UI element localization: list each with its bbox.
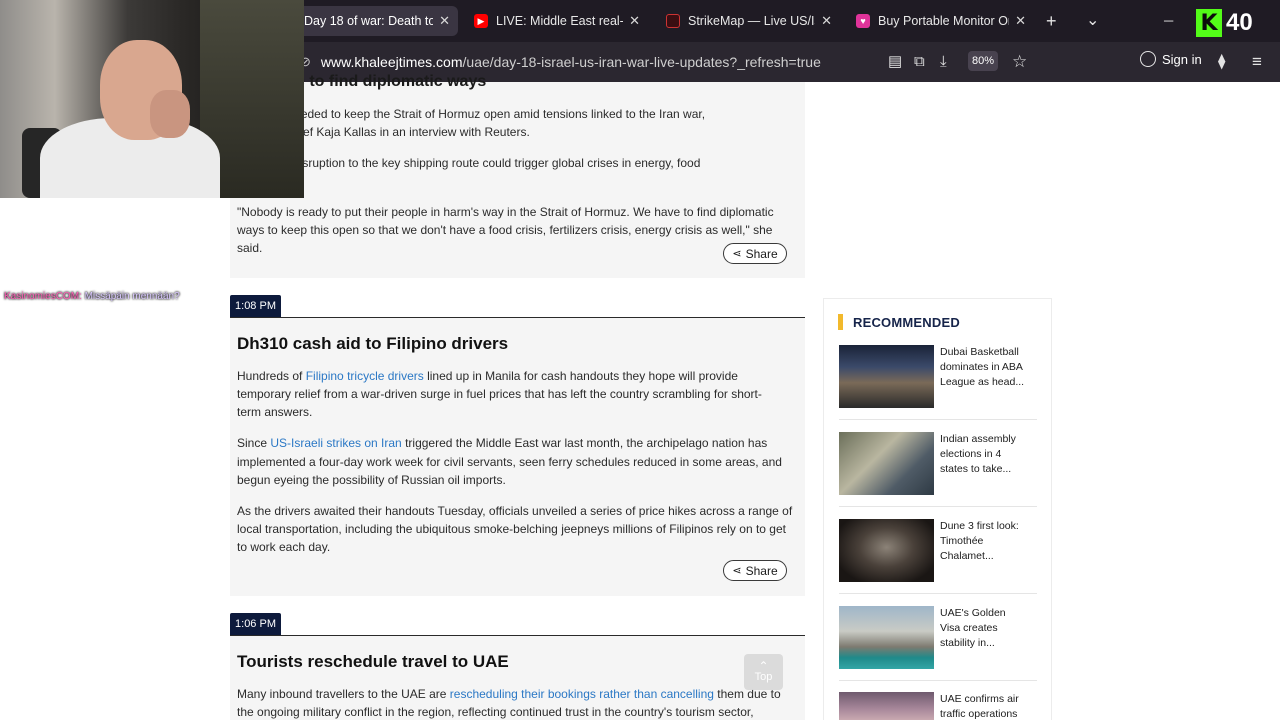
divider — [839, 593, 1037, 594]
recommended-title: RECOMMENDED — [853, 314, 960, 330]
paragraph-line: local transportation, including the ubiq… — [237, 522, 786, 536]
paragraph-line: As the drivers awaited their handouts Tu… — [237, 504, 793, 518]
viewer-count: 40 — [1226, 9, 1253, 36]
share-icon: ⋖ — [732, 565, 742, 577]
article-thumbnail[interactable] — [839, 606, 934, 669]
paragraph-line: ways to keep this open so that we don't … — [237, 223, 773, 255]
chat-username: KasinomiesCOM: — [4, 291, 82, 302]
kick-logo: K — [1196, 9, 1222, 37]
entry-title: Tourists reschedule travel to UAE — [237, 652, 509, 671]
chevron-up-icon: ⌃ — [758, 659, 769, 673]
paragraph-line: implemented a four-day work week for civ… — [237, 455, 782, 469]
download-icon[interactable]: ⤓ — [940, 53, 947, 71]
close-tab-icon[interactable]: ✕ — [821, 13, 832, 29]
chat-text: Missäpäin mennään? — [81, 291, 180, 302]
recommended-heading: RECOMMENDED — [838, 314, 960, 330]
share-button[interactable]: ⋖ Share — [723, 560, 787, 581]
close-tab-icon[interactable]: ✕ — [1015, 13, 1026, 29]
bookmark-star-icon[interactable]: ☆ — [1012, 53, 1027, 71]
paragraph-line: Since US-Israeli strikes on Iran trigger… — [237, 434, 797, 452]
time-badge: 1:06 PM — [230, 613, 281, 635]
divider — [839, 506, 1037, 507]
picture-in-picture-icon[interactable]: ⧉ — [914, 53, 925, 71]
strikemap-icon — [666, 14, 680, 28]
extensions-icon[interactable]: ⧫ — [1218, 53, 1225, 71]
heart-icon: ♥ — [856, 14, 870, 28]
paragraph-line: fforts are needed to keep the Strait of … — [237, 107, 706, 121]
text-segment: lined up in Manila for cash handouts the… — [423, 369, 738, 383]
sign-in-label: Sign in — [1162, 51, 1202, 67]
paragraph-line: Many inbound travellers to the UAE are r… — [237, 685, 797, 703]
recommended-title-text[interactable]: UAE's Golden Visa creates stability in... — [940, 606, 1034, 651]
paragraph-line: d that any disruption to the key shippin… — [237, 156, 701, 170]
minimize-button[interactable]: ─ — [1164, 10, 1173, 32]
paragraph-line: begun eyeing the possibility of Russian … — [237, 473, 506, 487]
tab-live-middle-east[interactable]: ▶ LIVE: Middle East real-time ✕ — [466, 6, 648, 36]
paragraph-line: to work each day. — [237, 540, 331, 554]
tab-title: LIVE: Middle East real-time — [496, 14, 623, 28]
time-badge: 1:08 PM — [230, 295, 281, 317]
tab-title: StrikeMap — Live US/Israel — [688, 14, 815, 28]
article-thumbnail[interactable] — [839, 432, 934, 495]
address-bar[interactable]: ⊘ www.khaleejtimes.com/uae/day-18-israel… — [300, 48, 1080, 76]
article-thumbnail[interactable] — [839, 345, 934, 408]
close-tab-icon[interactable]: ✕ — [629, 13, 640, 29]
recommended-item[interactable]: Indian assembly elections in 4 states to t… — [839, 432, 1037, 496]
reader-view-icon[interactable]: ▤ — [888, 53, 902, 71]
paragraph-line: gn policy chief Kaja Kallas in an interv… — [237, 125, 530, 139]
sign-in-button[interactable]: Sign in — [1140, 51, 1202, 67]
list-tabs-icon[interactable]: ⌄ — [1086, 10, 1099, 32]
recommended-title-text[interactable]: UAE confirms air traffic operations — [940, 692, 1034, 720]
close-tab-icon[interactable]: ✕ — [439, 13, 450, 29]
top-label: Top — [754, 671, 773, 683]
tab-title: Buy Portable Monitor Onli — [878, 14, 1010, 28]
tab-portable-monitor[interactable]: ♥ Buy Portable Monitor Onli ✕ — [848, 6, 1034, 36]
share-label: Share — [745, 563, 778, 578]
entry-heading: e to find diplomatic ways — [296, 73, 487, 90]
article-thumbnail[interactable] — [839, 692, 934, 720]
chat-message: KasinomiesCOM: Missäpäin mennään? — [4, 291, 180, 302]
recommended-title-text[interactable]: Indian assembly elections in 4 states to t… — [940, 432, 1034, 477]
entry-title: Dh310 cash aid to Filipino drivers — [237, 334, 509, 353]
paragraph-line: Hundreds of Filipino tricycle drivers li… — [237, 367, 797, 385]
inline-link[interactable]: Filipino tricycle drivers — [306, 369, 424, 383]
paragraph-line: "Nobody is ready to put their people in … — [237, 205, 774, 219]
inline-link[interactable]: US-Israeli strikes on Iran — [270, 436, 401, 450]
recommended-title-text[interactable]: Dune 3 first look: Timothée Chalamet... — [940, 519, 1034, 564]
url-domain: www.khaleejtimes.com — [320, 54, 463, 70]
paragraph-line: term answers. — [237, 405, 313, 419]
menu-icon[interactable]: ≡ — [1252, 53, 1262, 71]
person-hand — [150, 90, 190, 138]
text-segment: Hundreds of — [237, 369, 306, 383]
inline-link[interactable]: rescheduling their bookings rather than … — [450, 687, 714, 701]
divider — [839, 419, 1037, 420]
new-tab-button[interactable]: + — [1046, 10, 1057, 32]
share-button[interactable]: ⋖ Share — [723, 243, 787, 264]
back-to-top-button[interactable]: ⌃ Top — [744, 654, 783, 690]
tab-title: Day 18 of war: Death toll in — [304, 14, 434, 28]
url-path: /uae/day-18-israel-us-iran-war-live-upda… — [462, 54, 821, 70]
paragraph-line: supplies. — [237, 172, 797, 190]
recommended-item[interactable]: Dune 3 first look: Timothée Chalamet... — [839, 519, 1037, 583]
account-icon — [1140, 51, 1156, 67]
recommended-item[interactable]: Dubai Basketball dominates in ABA League a… — [839, 345, 1037, 409]
youtube-icon: ▶ — [474, 14, 488, 28]
divider — [839, 680, 1037, 681]
tab-strikemap[interactable]: StrikeMap — Live US/Israel ✕ — [658, 6, 840, 36]
accent-bar — [838, 314, 843, 330]
text-segment: triggered the Middle East war last month… — [401, 436, 768, 450]
webcam-overlay — [0, 0, 304, 198]
paragraph-line: the ongoing military conflict in the reg… — [237, 705, 754, 719]
article-thumbnail[interactable] — [839, 519, 934, 582]
share-icon: ⋖ — [732, 248, 742, 260]
text-segment: Many inbound travellers to the UAE are — [237, 687, 450, 701]
text-segment: Since — [237, 436, 271, 450]
tab-khaleej-times[interactable]: Day 18 of war: Death toll in ✕ — [296, 6, 458, 36]
share-label: Share — [745, 246, 778, 261]
recommended-item[interactable]: UAE's Golden Visa creates stability in... — [839, 606, 1037, 670]
zoom-level[interactable]: 80% — [968, 51, 998, 71]
recommended-item[interactable]: UAE confirms air traffic operations — [839, 692, 1037, 720]
paragraph-line: temporary relief from a war-driven surge… — [237, 387, 762, 401]
recommended-title-text[interactable]: Dubai Basketball dominates in ABA League a… — [940, 345, 1034, 390]
